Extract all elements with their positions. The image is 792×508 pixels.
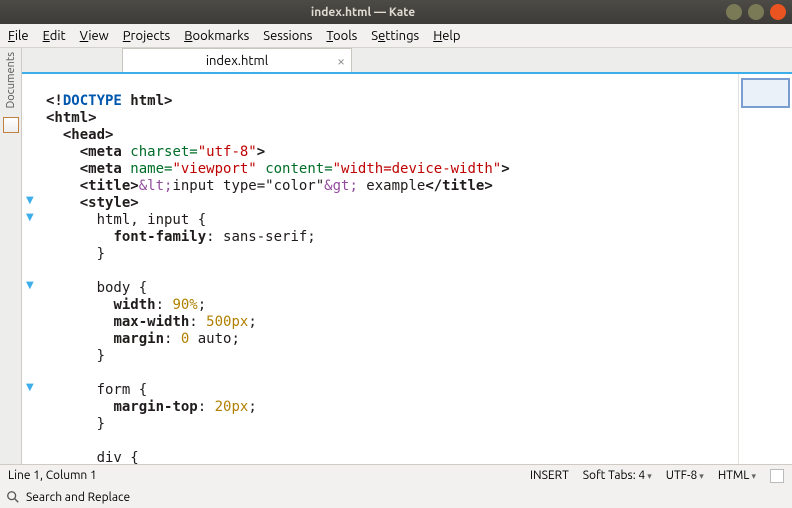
menu-tools[interactable]: Tools	[326, 29, 357, 43]
language-mode[interactable]: HTML	[718, 469, 756, 482]
document-icon[interactable]	[770, 469, 784, 483]
encoding[interactable]: UTF-8	[666, 469, 704, 482]
fold-marker-icon[interactable]: ▼	[26, 279, 34, 291]
minimap[interactable]	[738, 74, 792, 464]
status-bar: Line 1, Column 1 INSERT Soft Tabs: 4 UTF…	[0, 464, 792, 486]
editor-area[interactable]: <!DOCTYPE html> <html> <head> <meta char…	[44, 74, 738, 464]
maximize-button[interactable]	[748, 4, 764, 20]
menu-edit[interactable]: Edit	[43, 29, 66, 43]
document-icon[interactable]	[3, 117, 19, 133]
documents-panel-button[interactable]: Documents	[5, 52, 17, 109]
search-replace-button[interactable]: Search and Replace	[26, 491, 130, 504]
cursor-position[interactable]: Line 1, Column 1	[8, 469, 97, 482]
close-icon[interactable]: ×	[337, 53, 345, 69]
menu-bookmarks[interactable]: Bookmarks	[184, 29, 249, 43]
titlebar: index.html — Kate	[0, 0, 792, 24]
close-button[interactable]	[770, 4, 786, 20]
search-icon	[6, 490, 20, 504]
menu-settings[interactable]: Settings	[371, 29, 419, 43]
tab-index-html[interactable]: index.html ×	[122, 48, 352, 72]
menu-sessions[interactable]: Sessions	[263, 29, 312, 43]
fold-marker-icon[interactable]: ▼	[26, 194, 34, 206]
menu-view[interactable]: View	[80, 29, 109, 43]
fold-gutter[interactable]: ▼ ▼ ▼ ▼	[22, 74, 44, 464]
menu-projects[interactable]: Projects	[123, 29, 170, 43]
side-panel: Documents	[0, 48, 22, 464]
fold-marker-icon[interactable]: ▼	[26, 381, 34, 393]
minimize-button[interactable]	[726, 4, 742, 20]
tab-bar: index.html ×	[22, 48, 792, 74]
bottom-toolbar: Search and Replace	[0, 486, 792, 508]
tab-setting[interactable]: Soft Tabs: 4	[583, 469, 652, 482]
menu-file[interactable]: File	[8, 29, 29, 43]
edit-mode[interactable]: INSERT	[530, 469, 569, 482]
tab-label: index.html	[206, 54, 268, 68]
fold-marker-icon[interactable]: ▼	[26, 211, 34, 223]
window-title: index.html — Kate	[6, 6, 720, 19]
minimap-viewport[interactable]	[741, 78, 790, 108]
menubar: File Edit View Projects Bookmarks Sessio…	[0, 24, 792, 48]
menu-help[interactable]: Help	[433, 29, 460, 43]
